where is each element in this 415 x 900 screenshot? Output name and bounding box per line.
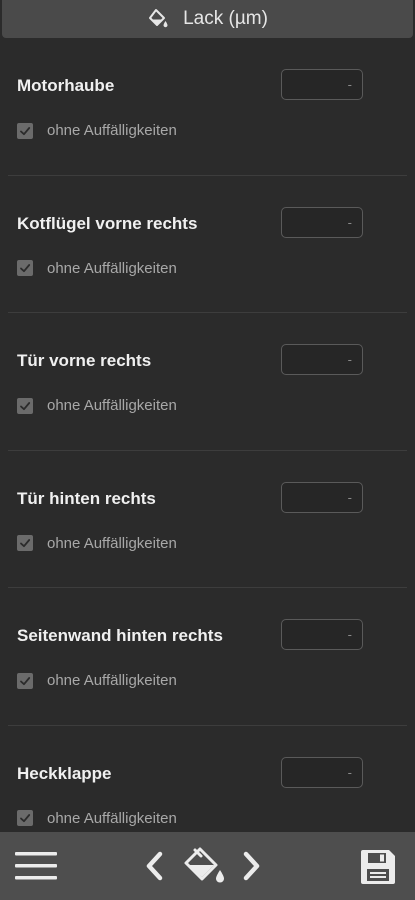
header-bar: Lack (µm): [2, 0, 413, 38]
no-findings-checkbox-row[interactable]: ohne Auffälligkeiten: [17, 535, 177, 552]
panel-section: Heckklappe - ohne Auffälligkeiten: [0, 726, 415, 833]
thickness-value: -: [347, 352, 352, 367]
section-title: Kotflügel vorne rechts: [17, 213, 198, 233]
section-title: Tür hinten rechts: [17, 488, 156, 508]
section-title: Tür vorne rechts: [17, 351, 152, 370]
thickness-input[interactable]: -: [281, 206, 363, 238]
thickness-value: -: [347, 489, 352, 505]
no-findings-checkbox-row[interactable]: ohne Auffälligkeiten: [17, 672, 177, 689]
thickness-value: -: [347, 764, 352, 780]
paint-bucket-icon: [147, 8, 169, 30]
checkbox[interactable]: [17, 260, 33, 276]
checkmark-icon: [20, 539, 31, 548]
checkbox-label: ohne Auffälligkeiten: [47, 672, 177, 689]
bottom-toolbar: [0, 832, 415, 900]
panel-section: Tür vorne rechts - ohne Auffälligkeiten: [0, 313, 415, 451]
checkbox[interactable]: [17, 810, 33, 826]
checkmark-icon: [20, 814, 31, 823]
no-findings-checkbox-row[interactable]: ohne Auffälligkeiten: [17, 810, 177, 827]
thickness-input[interactable]: -: [281, 619, 363, 650]
damage-list[interactable]: Motorhaube - ohne Auffälligkeiten Kotflü…: [0, 38, 415, 832]
panel-section: Seitenwand hinten rechts - ohne Auffälli…: [0, 588, 415, 726]
floppy-disk-icon[interactable]: [356, 846, 400, 888]
checkbox[interactable]: [17, 397, 33, 414]
thickness-input[interactable]: -: [281, 756, 363, 788]
checkbox[interactable]: [17, 122, 33, 139]
checkbox[interactable]: [17, 535, 33, 551]
panel-section: Motorhaube - ohne Auffälligkeiten: [0, 38, 415, 176]
section-title: Motorhaube: [17, 76, 115, 95]
no-findings-checkbox-row[interactable]: ohne Auffälligkeiten: [17, 260, 177, 277]
checkmark-icon: [20, 126, 31, 135]
thickness-value: -: [347, 627, 352, 642]
thickness-input[interactable]: -: [281, 481, 363, 513]
screen: Lack (µm) Motorhaube - ohne Auffälligkei…: [0, 0, 415, 900]
checkbox-label: ohne Auffälligkeiten: [47, 397, 177, 414]
thickness-input[interactable]: -: [281, 344, 363, 375]
section-title: Seitenwand hinten rechts: [17, 626, 223, 645]
no-findings-checkbox-row[interactable]: ohne Auffälligkeiten: [17, 397, 177, 414]
checkbox-label: ohne Auffälligkeiten: [47, 534, 177, 552]
chevron-right-icon[interactable]: [238, 848, 266, 884]
checkbox-label: ohne Auffälligkeiten: [47, 809, 177, 827]
thickness-value: -: [347, 214, 352, 230]
checkbox-label: ohne Auffälligkeiten: [47, 259, 177, 277]
checkmark-icon: [20, 401, 31, 410]
no-findings-checkbox-row[interactable]: ohne Auffälligkeiten: [17, 122, 177, 139]
checkbox[interactable]: [17, 672, 33, 689]
header-title: Lack (µm): [183, 8, 268, 29]
chevron-left-icon[interactable]: [140, 848, 168, 884]
paint-bucket-icon[interactable]: [180, 844, 228, 890]
panel-section: Tür hinten rechts - ohne Auffälligkeiten: [0, 451, 415, 588]
hamburger-menu-icon[interactable]: [14, 848, 58, 884]
panel-section: Kotflügel vorne rechts - ohne Auffälligk…: [0, 176, 415, 313]
thickness-value: -: [347, 77, 352, 92]
checkbox-label: ohne Auffälligkeiten: [47, 122, 177, 139]
checkmark-icon: [20, 264, 31, 273]
section-title: Heckklappe: [17, 763, 112, 783]
thickness-input[interactable]: -: [281, 69, 363, 100]
checkmark-icon: [20, 676, 31, 685]
